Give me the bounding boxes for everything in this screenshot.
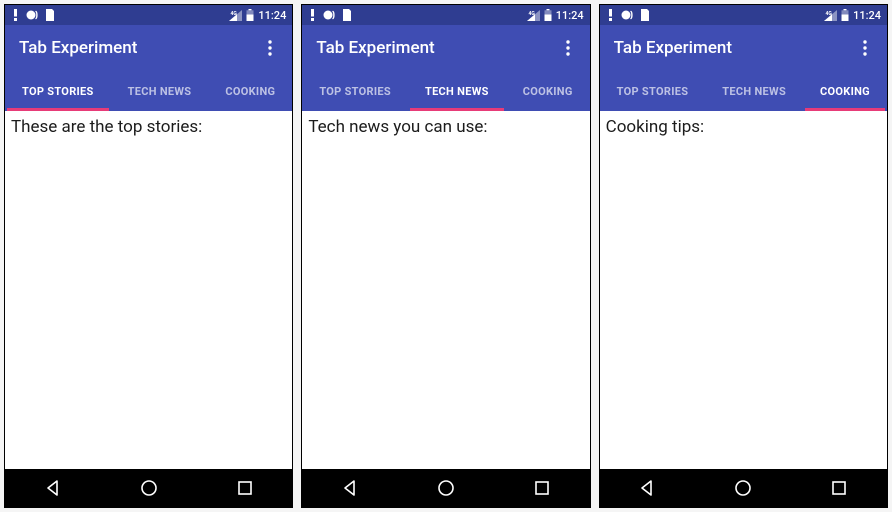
tab-top-stories[interactable]: TOP STORIES	[5, 71, 111, 111]
tab-tech-news[interactable]: TECH NEWS	[705, 71, 803, 111]
status-time: 11:24	[258, 9, 286, 22]
tab-label: TOP STORIES	[22, 85, 94, 98]
nav-back-button[interactable]	[44, 479, 62, 497]
nav-back-button[interactable]	[341, 479, 359, 497]
battery-icon	[544, 9, 552, 21]
tab-label: TOP STORIES	[319, 85, 391, 98]
content-text: Cooking tips:	[606, 117, 881, 137]
tab-cooking[interactable]: COOKING	[208, 71, 292, 111]
status-bar: 4G 11:24	[302, 5, 589, 25]
priority-icon	[606, 9, 616, 21]
nav-recent-button[interactable]	[236, 479, 254, 497]
nav-home-button[interactable]	[436, 478, 456, 498]
overflow-menu-button[interactable]	[857, 32, 873, 64]
tab-bar: TOP STORIES TECH NEWS COOKING	[302, 71, 589, 111]
priority-icon	[308, 9, 318, 21]
nav-home-button[interactable]	[139, 478, 159, 498]
nav-recent-button[interactable]	[533, 479, 551, 497]
app-bar: Tab Experiment	[5, 25, 292, 71]
nav-bar	[600, 469, 887, 507]
phone-screen-1: 4G 11:24 Tab Experiment TOP STORIES TECH…	[301, 4, 590, 508]
content-area: These are the top stories:	[5, 111, 292, 469]
status-bar: 4G 11:24	[5, 5, 292, 25]
nav-bar	[5, 469, 292, 507]
priority-icon	[11, 9, 21, 21]
talkback-icon	[621, 9, 635, 21]
tab-label: COOKING	[820, 85, 870, 98]
signal-icon: 4G	[527, 10, 540, 21]
tab-bar: TOP STORIES TECH NEWS COOKING	[600, 71, 887, 111]
content-text: These are the top stories:	[11, 117, 286, 137]
tab-cooking[interactable]: COOKING	[506, 71, 590, 111]
svg-text:4G: 4G	[528, 11, 535, 17]
sd-card-icon	[342, 9, 352, 21]
tab-tech-news[interactable]: TECH NEWS	[408, 71, 506, 111]
tab-label: TECH NEWS	[128, 85, 192, 98]
nav-back-button[interactable]	[638, 479, 656, 497]
nav-recent-button[interactable]	[830, 479, 848, 497]
nav-home-button[interactable]	[733, 478, 753, 498]
tab-top-stories[interactable]: TOP STORIES	[600, 71, 706, 111]
status-time: 11:24	[853, 9, 881, 22]
tab-label: TECH NEWS	[722, 85, 786, 98]
content-area: Tech news you can use:	[302, 111, 589, 469]
tab-label: TOP STORIES	[617, 85, 689, 98]
tab-cooking[interactable]: COOKING	[803, 71, 887, 111]
phone-screen-2: 4G 11:24 Tab Experiment TOP STORIES TECH…	[599, 4, 888, 508]
tab-tech-news[interactable]: TECH NEWS	[111, 71, 209, 111]
battery-icon	[841, 9, 849, 21]
status-bar: 4G 11:24	[600, 5, 887, 25]
status-time: 11:24	[556, 9, 584, 22]
nav-bar	[302, 469, 589, 507]
svg-text:4G: 4G	[231, 11, 238, 17]
phone-screen-0: 4G 11:24 Tab Experiment TOP STORIES TECH…	[4, 4, 293, 508]
svg-text:4G: 4G	[826, 11, 833, 17]
app-bar: Tab Experiment	[600, 25, 887, 71]
content-area: Cooking tips:	[600, 111, 887, 469]
tab-label: TECH NEWS	[425, 85, 489, 98]
talkback-icon	[323, 9, 337, 21]
tab-label: COOKING	[523, 85, 573, 98]
sd-card-icon	[640, 9, 650, 21]
talkback-icon	[26, 9, 40, 21]
overflow-menu-button[interactable]	[560, 32, 576, 64]
signal-icon: 4G	[229, 10, 242, 21]
battery-icon	[246, 9, 254, 21]
app-title: Tab Experiment	[614, 38, 732, 58]
signal-icon: 4G	[824, 10, 837, 21]
app-title: Tab Experiment	[316, 38, 434, 58]
tab-top-stories[interactable]: TOP STORIES	[302, 71, 408, 111]
content-text: Tech news you can use:	[308, 117, 583, 137]
overflow-menu-button[interactable]	[262, 32, 278, 64]
tab-label: COOKING	[225, 85, 275, 98]
app-bar: Tab Experiment	[302, 25, 589, 71]
sd-card-icon	[45, 9, 55, 21]
app-title: Tab Experiment	[19, 38, 137, 58]
tab-bar: TOP STORIES TECH NEWS COOKING	[5, 71, 292, 111]
